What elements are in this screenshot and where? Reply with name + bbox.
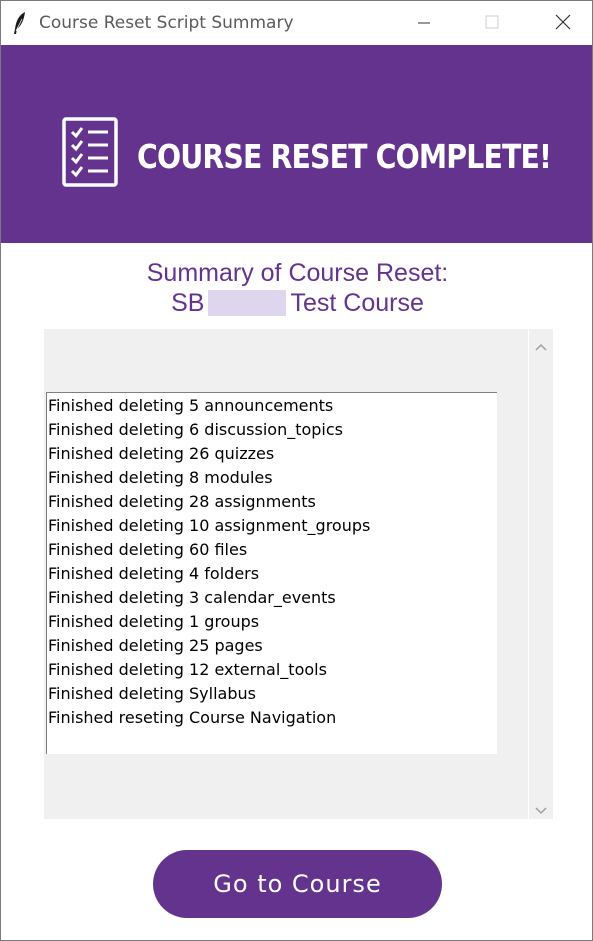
app-window: Course Reset Script Summary COURSE RESET…: [0, 0, 593, 941]
log-line: Finished deleting Syllabus: [48, 684, 256, 703]
log-line: Finished deleting 1 groups: [48, 612, 260, 631]
log-line: Finished deleting 10 assignment_groups: [48, 516, 371, 535]
go-to-course-button[interactable]: Go to Course: [153, 850, 442, 918]
log-line: Finished deleting 12 external_tools: [48, 660, 327, 679]
close-icon[interactable]: [549, 9, 579, 37]
title-bar: Course Reset Script Summary: [1, 1, 592, 45]
log-line: Finished deleting 6 discussion_topics: [48, 420, 344, 439]
summary-heading: Summary of Course Reset:: [146, 259, 449, 287]
vertical-scrollbar[interactable]: [529, 329, 553, 819]
scroll-down-arrow-icon[interactable]: [535, 801, 547, 815]
results-log[interactable]: Finished deleting 5 announcements Finish…: [46, 392, 497, 754]
window-title: Course Reset Script Summary: [39, 13, 294, 33]
log-line: Finished deleting 60 files: [48, 540, 248, 559]
checklist-icon: [62, 117, 120, 193]
log-line: Finished deleting 8 modules: [48, 468, 273, 487]
log-line: Finished deleting 28 assignments: [48, 492, 316, 511]
course-suffix: Test Course: [290, 289, 424, 317]
maximize-icon[interactable]: [477, 9, 507, 37]
scroll-up-arrow-icon[interactable]: [535, 337, 547, 351]
banner-title: COURSE RESET COMPLETE!: [137, 137, 552, 176]
log-line: Finished deleting 4 folders: [48, 564, 260, 583]
log-line: Finished deleting 3 calendar_events: [48, 588, 336, 607]
log-line: Finished deleting 5 announcements: [48, 396, 334, 415]
log-line: Finished deleting 26 quizzes: [48, 444, 275, 463]
log-line: Finished reseting Course Navigation: [48, 708, 337, 727]
redacted-text: [208, 290, 287, 316]
minimize-icon[interactable]: [409, 9, 439, 37]
feather-icon: [13, 11, 27, 35]
log-line: Finished deleting 25 pages: [48, 636, 263, 655]
course-prefix: SB: [171, 289, 205, 317]
course-name: SB Test Course: [1, 289, 593, 318]
